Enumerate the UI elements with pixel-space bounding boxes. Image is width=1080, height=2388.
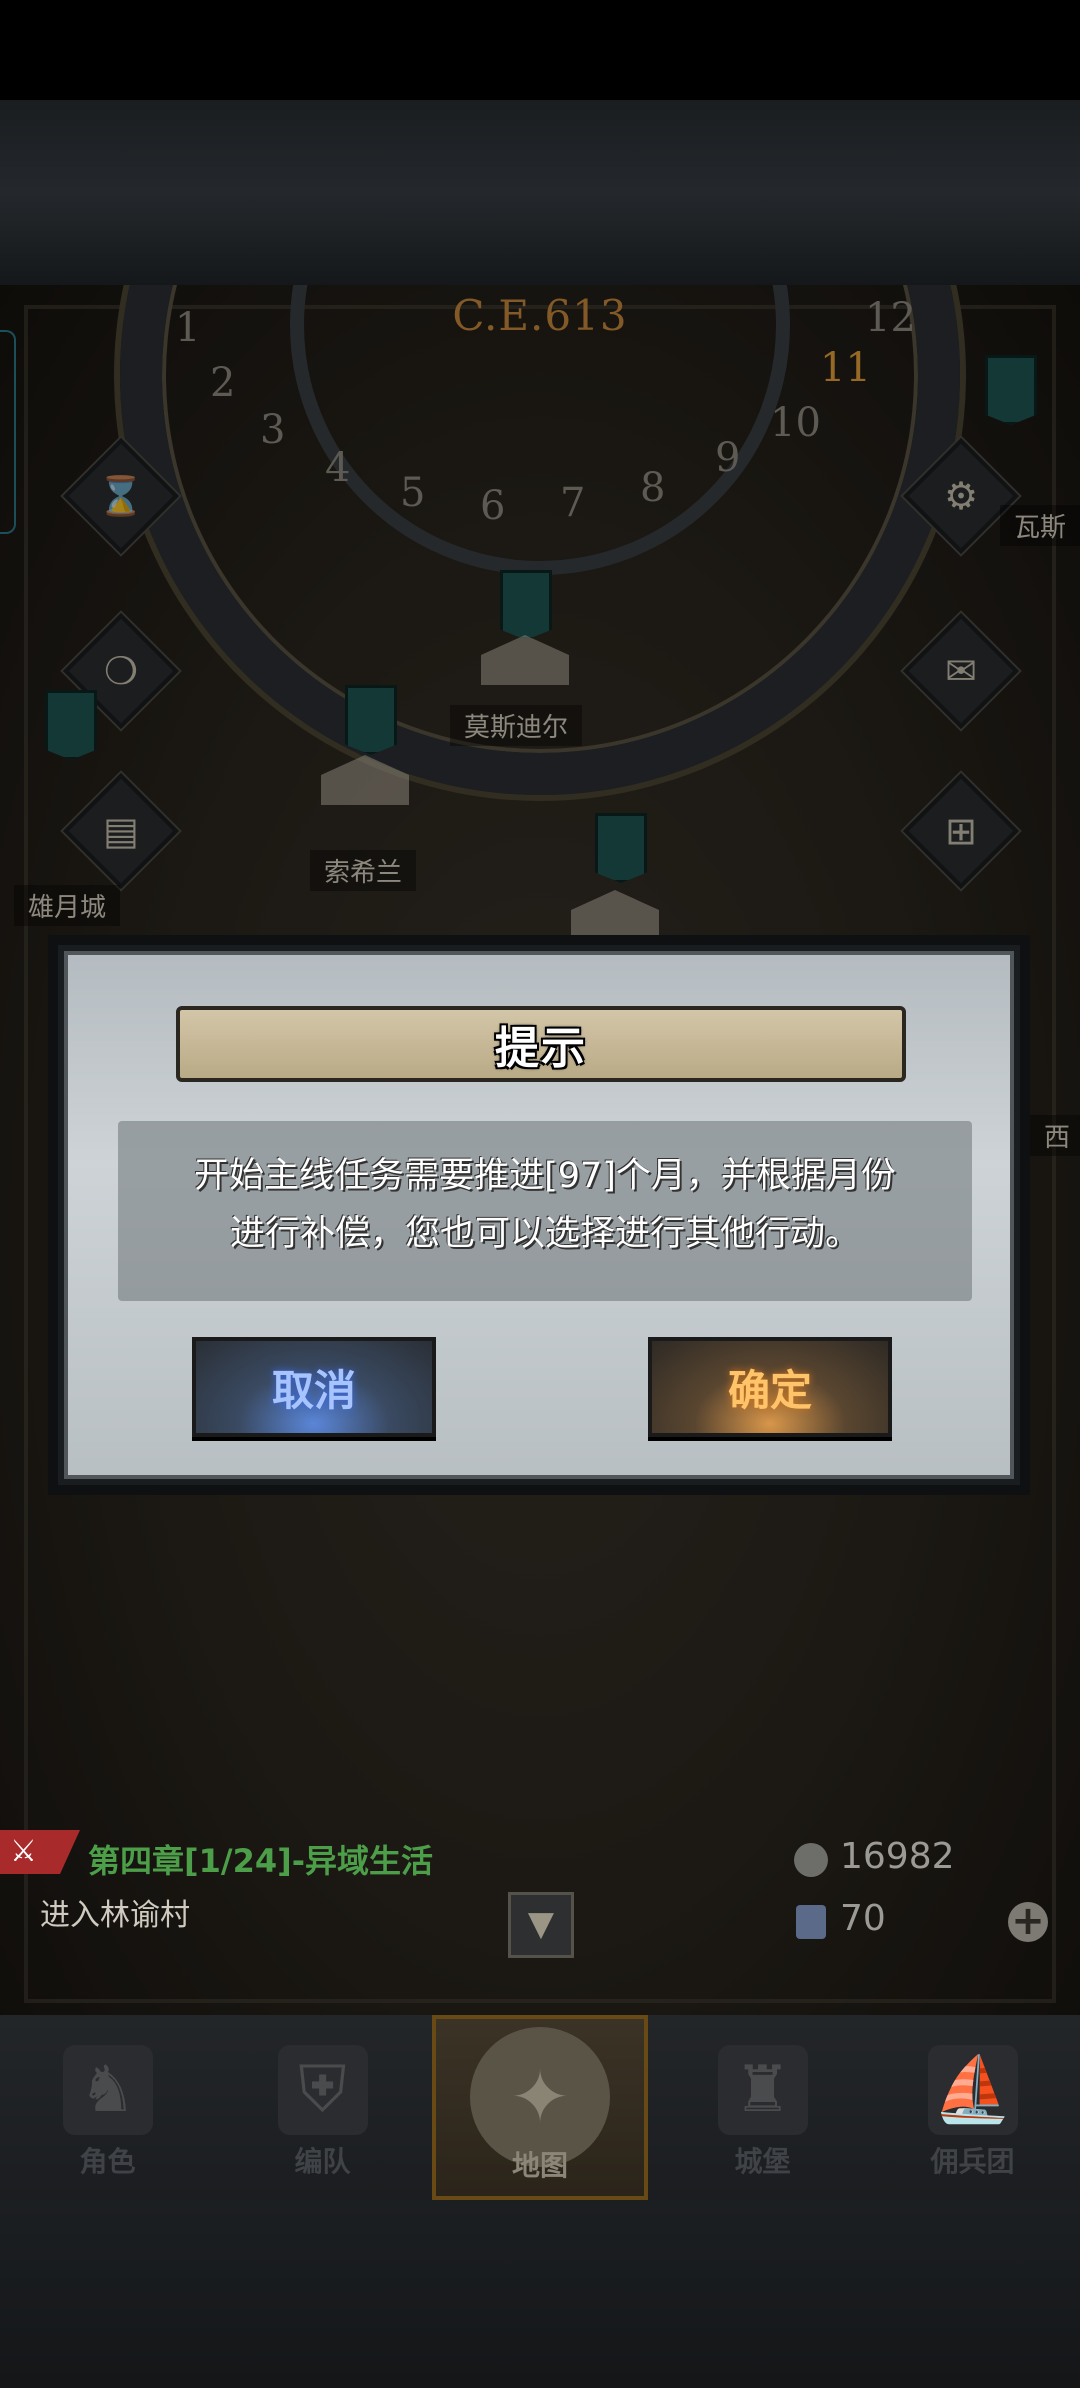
quest-subtitle[interactable]: 进入林谕村 — [40, 1890, 190, 1934]
helmet-icon: ⛨ — [277, 2045, 368, 2135]
add-resource-button[interactable]: + — [1008, 1901, 1048, 1942]
nav-label: 编队 — [294, 2145, 351, 2178]
dialog-message-line: 开始主线任务需要推进[97]个月，并根据月份 — [194, 1156, 896, 1196]
bottom-safe-area — [0, 2200, 1080, 2388]
castle-icon: ♜ — [717, 2045, 808, 2135]
gem-icon — [796, 1905, 826, 1939]
dialog-message-line: 进行补偿，您也可以选择进行其他行动。 — [229, 1214, 860, 1254]
nav-label: 城堡 — [734, 2145, 791, 2178]
dialog-title: 提示 — [495, 1023, 587, 1074]
nav-label: 角色 — [79, 2145, 136, 2178]
nav-label: 佣兵团 — [930, 2145, 1015, 2178]
status-bar — [0, 0, 1080, 100]
knight-icon: ♞ — [62, 2045, 153, 2135]
nav-item-mercenary[interactable]: ⛵ 佣兵团 — [870, 2015, 1075, 2200]
cancel-button[interactable]: 取消 — [192, 1337, 436, 1437]
gem-count: 70 — [840, 1898, 886, 1939]
prompt-dialog: 提示 开始主线任务需要推进[97]个月，并根据月份 进行补偿，您也可以选择进行其… — [58, 945, 1020, 1485]
nav-item-character[interactable]: ♞ 角色 — [5, 2015, 210, 2200]
expand-down-button[interactable]: ▼ — [508, 1892, 574, 1958]
dialog-message-box: 开始主线任务需要推进[97]个月，并根据月份 进行补偿，您也可以选择进行其他行动… — [118, 1121, 972, 1301]
nav-label: 地图 — [511, 2149, 568, 2182]
top-banner-strip — [0, 100, 1080, 285]
nav-item-castle[interactable]: ♜ 城堡 — [660, 2015, 865, 2200]
dialog-title-bar: 提示 — [176, 1006, 906, 1082]
quest-title[interactable]: 第四章[1/24]-异域生活 — [88, 1836, 433, 1882]
dialog-message: 开始主线任务需要推进[97]个月，并根据月份 进行补偿，您也可以选择进行其他行动… — [158, 1147, 932, 1263]
confirm-button[interactable]: 确定 — [648, 1337, 892, 1437]
coin-icon — [794, 1843, 828, 1877]
ship-icon: ⛵ — [927, 2045, 1018, 2135]
nav-item-map[interactable]: ✦ 地图 — [432, 2015, 648, 2200]
bottom-nav: ♞ 角色 ⛨ 编队 ✦ 地图 ♜ 城堡 ⛵ 佣兵团 — [0, 2015, 1080, 2200]
coin-count: 16982 — [840, 1836, 955, 1877]
nav-item-formation[interactable]: ⛨ 编队 — [220, 2015, 425, 2200]
